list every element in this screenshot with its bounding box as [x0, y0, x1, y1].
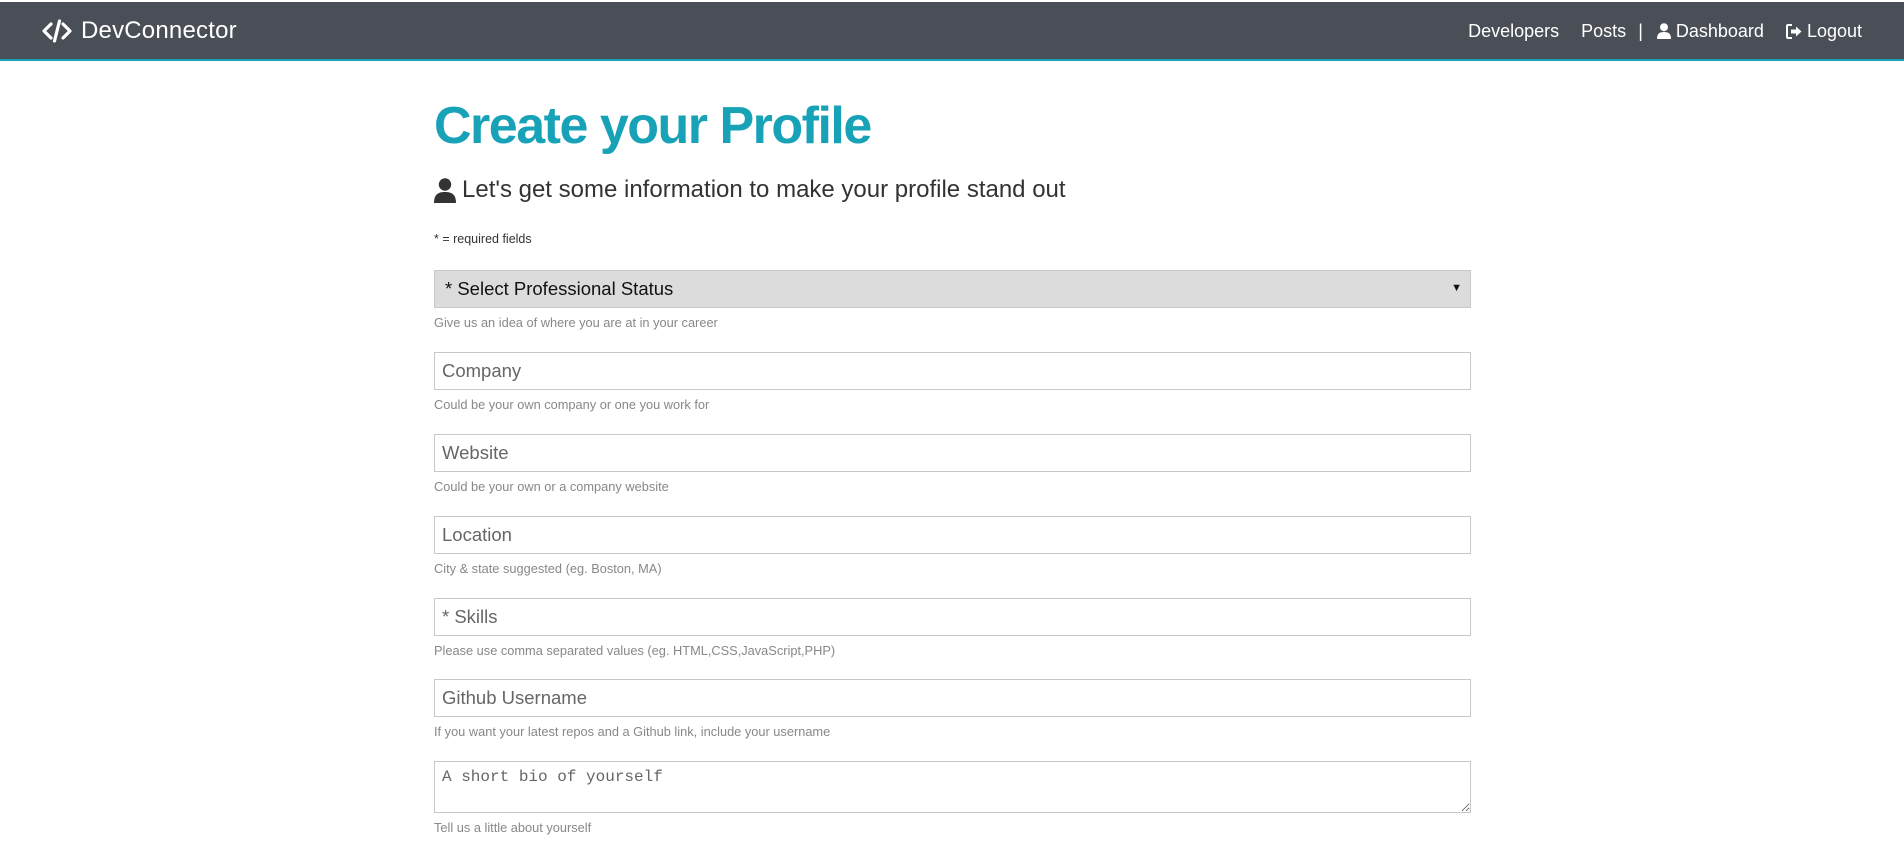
- nav-logout-link[interactable]: Logout: [1785, 20, 1862, 42]
- company-help: Could be your own company or one you wor…: [434, 397, 710, 412]
- lead-label: Let's get some information to make your …: [462, 176, 1066, 203]
- code-icon: [42, 19, 72, 43]
- nav-logout-label: Logout: [1806, 20, 1862, 41]
- nav-developers-link[interactable]: Developers: [1468, 21, 1559, 42]
- website-help: Could be your own or a company website: [434, 479, 669, 494]
- location-input[interactable]: [434, 516, 1471, 554]
- company-group: Could be your own company or one you wor…: [434, 352, 1471, 412]
- github-help: If you want your latest repos and a Gith…: [434, 724, 831, 739]
- nav-dashboard-label: Dashboard: [1675, 20, 1764, 41]
- status-select-value: * Select Professional Status: [445, 278, 674, 299]
- user-icon: [1656, 23, 1671, 39]
- status-select[interactable]: * Select Professional Status ▼: [434, 270, 1471, 308]
- skills-group: Please use comma separated values (eg. H…: [434, 598, 1471, 658]
- required-note: * = required fields: [434, 232, 532, 246]
- website-input[interactable]: [434, 434, 1471, 472]
- brand-label: DevConnector: [81, 17, 237, 44]
- bio-textarea[interactable]: [434, 761, 1471, 813]
- website-group: Could be your own or a company website: [434, 434, 1471, 494]
- nav-posts-link[interactable]: Posts: [1581, 21, 1626, 42]
- skills-help: Please use comma separated values (eg. H…: [434, 643, 836, 658]
- lead-text: Let's get some information to make your …: [434, 175, 1066, 205]
- location-group: City & state suggested (eg. Boston, MA): [434, 516, 1471, 576]
- skills-input[interactable]: [434, 598, 1471, 636]
- nav-separator: |: [1638, 20, 1643, 41]
- nav-links: Developers Posts | Dashboard Logout: [1468, 14, 1862, 48]
- bio-help: Tell us a little about yourself: [434, 820, 592, 835]
- bio-group: Tell us a little about yourself: [434, 761, 1471, 835]
- status-group: * Select Professional Status ▼ Give us a…: [434, 270, 1471, 330]
- user-icon: [434, 177, 456, 203]
- github-username-input[interactable]: [434, 679, 1471, 717]
- github-group: If you want your latest repos and a Gith…: [434, 679, 1471, 739]
- status-help: Give us an idea of where you are at in y…: [434, 315, 718, 330]
- sign-out-icon: [1785, 23, 1802, 39]
- location-help: City & state suggested (eg. Boston, MA): [434, 561, 662, 576]
- chevron-down-icon: ▼: [1451, 282, 1462, 294]
- brand-link[interactable]: DevConnector: [42, 14, 237, 48]
- navbar: DevConnector Developers Posts | Dashboar…: [0, 2, 1904, 61]
- nav-dashboard-link[interactable]: Dashboard: [1656, 20, 1764, 42]
- company-input[interactable]: [434, 352, 1471, 390]
- page-title: Create your Profile: [434, 97, 872, 155]
